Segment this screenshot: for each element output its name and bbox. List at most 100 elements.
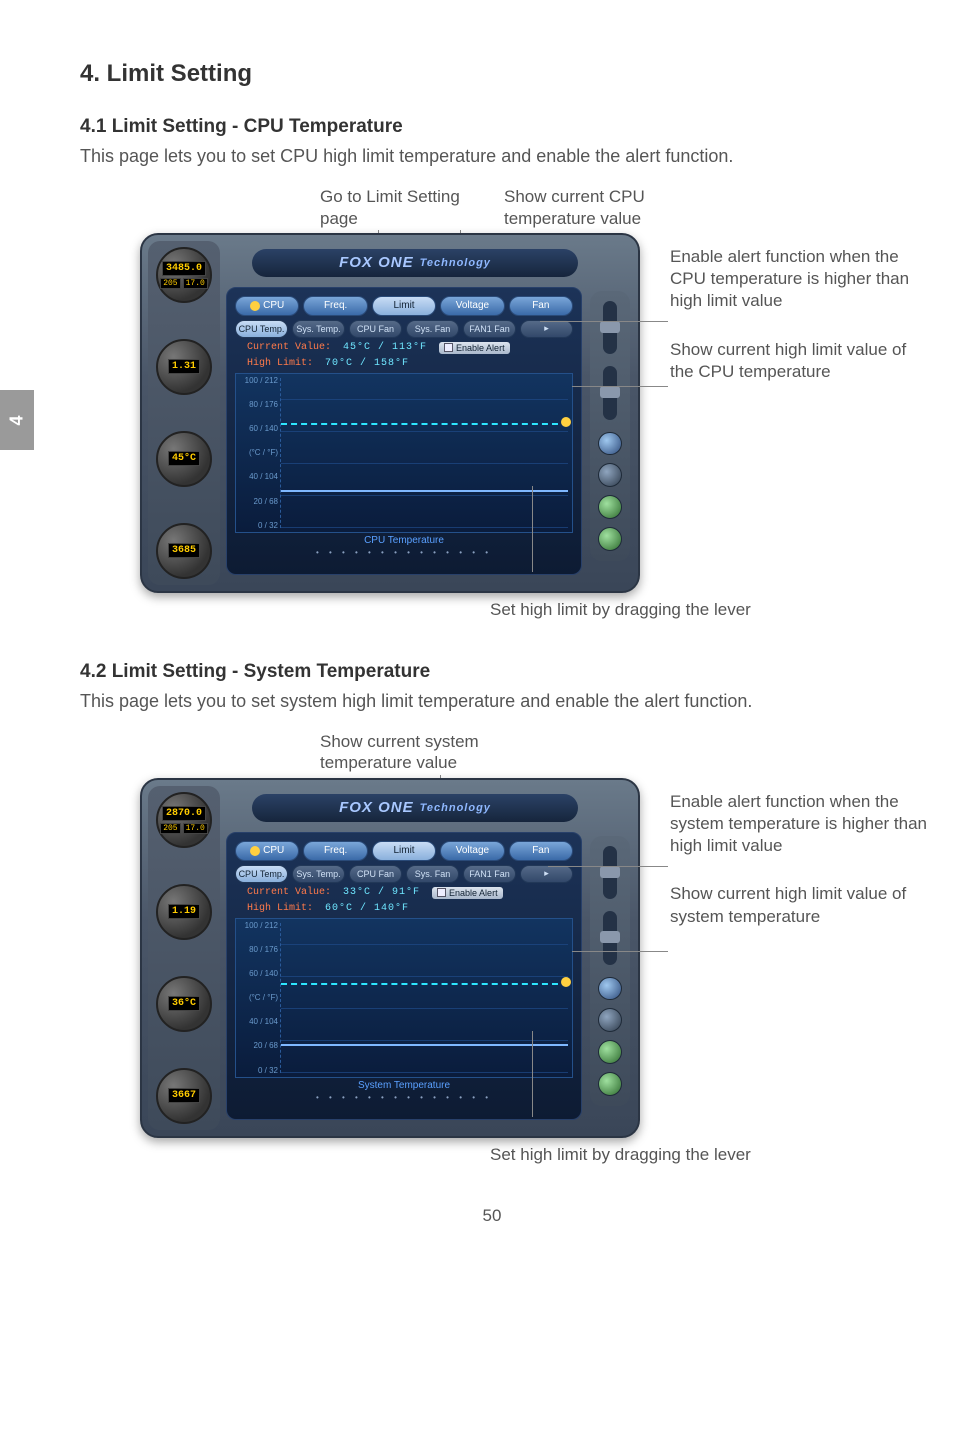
vertical-slider[interactable] [603, 846, 617, 899]
tab-freq[interactable]: Freq. [303, 841, 367, 861]
checkbox-icon[interactable] [444, 343, 453, 352]
vertical-slider[interactable] [603, 301, 617, 354]
temperature-chart: 100 / 212 80 / 176 60 / 140 (°C / °F) 40… [235, 373, 573, 533]
callout-high-limit-sys: Show current high limit value of system … [670, 883, 930, 927]
gauge-volt-value: 1.19 [168, 904, 200, 919]
callout-enable-alert-sys: Enable alert function when the system te… [670, 791, 930, 857]
tab-limit[interactable]: Limit [372, 841, 436, 861]
callout-drag-lever-sys: Set high limit by dragging the lever [490, 1144, 904, 1166]
subsection-desc-sys: This page lets you to set system high li… [80, 689, 904, 713]
high-limit-value: 60°C / 140°F [325, 903, 409, 914]
subtab-systemp[interactable]: Sys. Temp. [292, 865, 345, 883]
subtab-sysfan[interactable]: Sys. Fan [406, 320, 459, 338]
close-knob-icon[interactable] [598, 977, 622, 1001]
high-limit-label: High Limit: [247, 903, 313, 914]
yaxis-label: 100 / 212 [238, 921, 278, 930]
dots-decoration: • • • • • • • • • • • • • • [235, 1093, 573, 1102]
tab-voltage[interactable]: Voltage [440, 296, 504, 316]
callout-goto-limit: Go to Limit Setting page [320, 186, 480, 229]
right-control-column [590, 291, 630, 561]
brand-bar: FOX ONE Technology [252, 794, 578, 822]
foxone-window-cpu: FOX ONE Technology 3485.0 20517.0 1.31 4… [140, 233, 640, 593]
yaxis-label: 20 / 68 [238, 1041, 278, 1050]
tab-limit[interactable]: Limit [372, 296, 436, 316]
vertical-slider-2[interactable] [603, 366, 617, 419]
gauge-frequency: 3485.0 20517.0 [156, 247, 212, 303]
subtab-next-icon[interactable]: ▸ [520, 320, 573, 338]
gauge-voltage: 1.31 [156, 339, 212, 395]
vertical-slider-2[interactable] [603, 911, 617, 964]
knob-green2-icon[interactable] [598, 527, 622, 551]
left-gauge-column: 2870.0 20517.0 1.19 36°C 3667 [148, 786, 220, 1130]
subtab-sysfan[interactable]: Sys. Fan [406, 865, 459, 883]
current-curve [281, 490, 568, 492]
checkbox-icon[interactable] [437, 888, 446, 897]
gauge-fan: 3667 [156, 1068, 212, 1124]
high-limit-value: 70°C / 158°F [325, 358, 409, 369]
enable-alert-label: Enable Alert [449, 888, 498, 898]
subtab-fan1[interactable]: FAN1 Fan [463, 865, 516, 883]
dots-decoration: • • • • • • • • • • • • • • [235, 548, 573, 557]
gauge-freq-sub1: 205 [160, 823, 180, 834]
tab-freq[interactable]: Freq. [303, 296, 367, 316]
gauge-fan: 3685 [156, 523, 212, 579]
yaxis-label: 60 / 140 [238, 424, 278, 433]
subtab-fan1[interactable]: FAN1 Fan [463, 320, 516, 338]
tab-fan[interactable]: Fan [509, 296, 573, 316]
enable-alert-checkbox[interactable]: Enable Alert [432, 887, 503, 899]
current-curve [281, 1044, 568, 1046]
knob-green2-icon[interactable] [598, 1072, 622, 1096]
gauge-freq-value: 3485.0 [162, 261, 206, 276]
brand-name: FOX ONE [339, 254, 414, 271]
center-panel: CPU Freq. Limit Voltage Fan CPU Temp. Sy… [226, 287, 582, 575]
yaxis-label: 20 / 68 [238, 497, 278, 506]
subsection-desc-cpu: This page lets you to set CPU high limit… [80, 144, 904, 168]
tab-fan[interactable]: Fan [509, 841, 573, 861]
limit-lever[interactable] [561, 977, 571, 987]
knob-green-icon[interactable] [598, 495, 622, 519]
gauge-temp-value: 45°C [168, 451, 200, 466]
section-title: 4. Limit Setting [80, 60, 904, 88]
high-limit-line [281, 423, 568, 425]
subtab-next-icon[interactable]: ▸ [520, 865, 573, 883]
knob-icon[interactable] [598, 463, 622, 487]
yaxis-label: 0 / 32 [238, 521, 278, 530]
enable-alert-label: Enable Alert [456, 343, 505, 353]
gauge-fan-value: 3685 [168, 543, 200, 558]
gauge-voltage: 1.19 [156, 884, 212, 940]
high-limit-line [281, 983, 568, 985]
callout-current-cpu-temp: Show current CPU temperature value [504, 186, 664, 229]
gauge-temperature: 45°C [156, 431, 212, 487]
gauge-freq-sub2: 17.0 [183, 823, 208, 834]
current-value: 45°C / 113°F [343, 342, 427, 353]
close-knob-icon[interactable] [598, 432, 622, 456]
gauge-temperature: 36°C [156, 976, 212, 1032]
tab-voltage[interactable]: Voltage [440, 841, 504, 861]
brand-sub: Technology [420, 257, 491, 269]
subtab-cputemp[interactable]: CPU Temp. [235, 865, 288, 883]
brand-name: FOX ONE [339, 799, 414, 816]
subtab-cpufan[interactable]: CPU Fan [349, 320, 402, 338]
subtab-cpufan[interactable]: CPU Fan [349, 865, 402, 883]
gauge-volt-value: 1.31 [168, 359, 200, 374]
page-number: 50 [80, 1206, 904, 1226]
yaxis-label: 80 / 176 [238, 945, 278, 954]
brand-sub: Technology [420, 802, 491, 814]
subtab-cputemp[interactable]: CPU Temp. [235, 320, 288, 338]
subtab-systemp[interactable]: Sys. Temp. [292, 320, 345, 338]
yaxis-label: 60 / 140 [238, 969, 278, 978]
gauge-freq-sub2: 17.0 [183, 278, 208, 289]
limit-lever[interactable] [561, 417, 571, 427]
yaxis-label: 80 / 176 [238, 400, 278, 409]
gauge-freq-sub1: 205 [160, 278, 180, 289]
knob-green-icon[interactable] [598, 1040, 622, 1064]
temperature-chart: 100 / 212 80 / 176 60 / 140 (°C / °F) 40… [235, 918, 573, 1078]
foxone-window-sys: FOX ONE Technology 2870.0 20517.0 1.19 3… [140, 778, 640, 1138]
knob-icon[interactable] [598, 1008, 622, 1032]
subsection-title-sys: 4.2 Limit Setting - System Temperature [80, 661, 904, 683]
tab-cpu[interactable]: CPU [235, 841, 299, 861]
enable-alert-checkbox[interactable]: Enable Alert [439, 342, 510, 354]
tab-cpu[interactable]: CPU [235, 296, 299, 316]
yaxis-label: 40 / 104 [238, 1017, 278, 1026]
callout-drag-lever: Set high limit by dragging the lever [490, 599, 904, 621]
